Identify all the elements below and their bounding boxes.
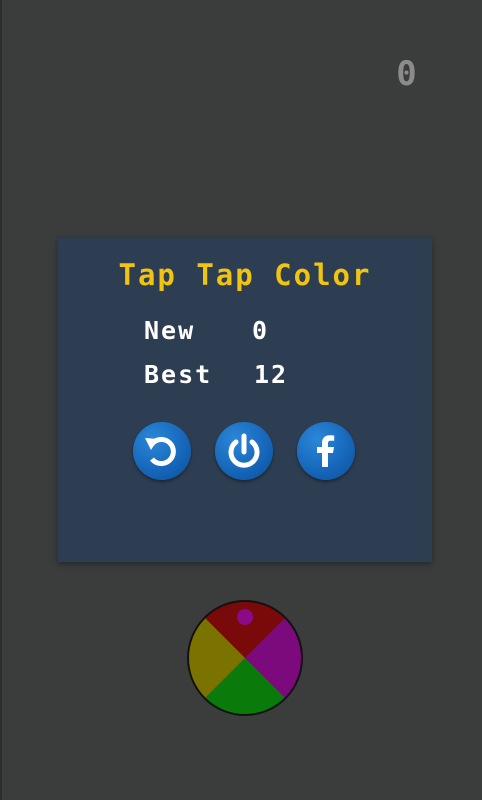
- restart-icon: [145, 437, 176, 466]
- power-button[interactable]: [215, 422, 273, 480]
- current-score: 0: [396, 54, 418, 94]
- facebook-button[interactable]: [297, 422, 355, 480]
- best-score-label: Best: [144, 360, 213, 389]
- game-screen[interactable]: 0 Tap Tap Color New 0 Best 12: [0, 0, 482, 800]
- new-score-value: 0: [252, 316, 270, 345]
- color-ball: [237, 609, 253, 625]
- power-icon: [228, 433, 260, 468]
- game-over-panel: Tap Tap Color New 0 Best 12: [58, 238, 432, 562]
- game-title: Tap Tap Color: [118, 258, 372, 292]
- best-score-value: 12: [254, 360, 289, 389]
- restart-button[interactable]: [133, 422, 191, 480]
- new-score-label: New: [144, 316, 196, 345]
- facebook-icon: [317, 435, 335, 467]
- color-wheel[interactable]: [187, 600, 303, 716]
